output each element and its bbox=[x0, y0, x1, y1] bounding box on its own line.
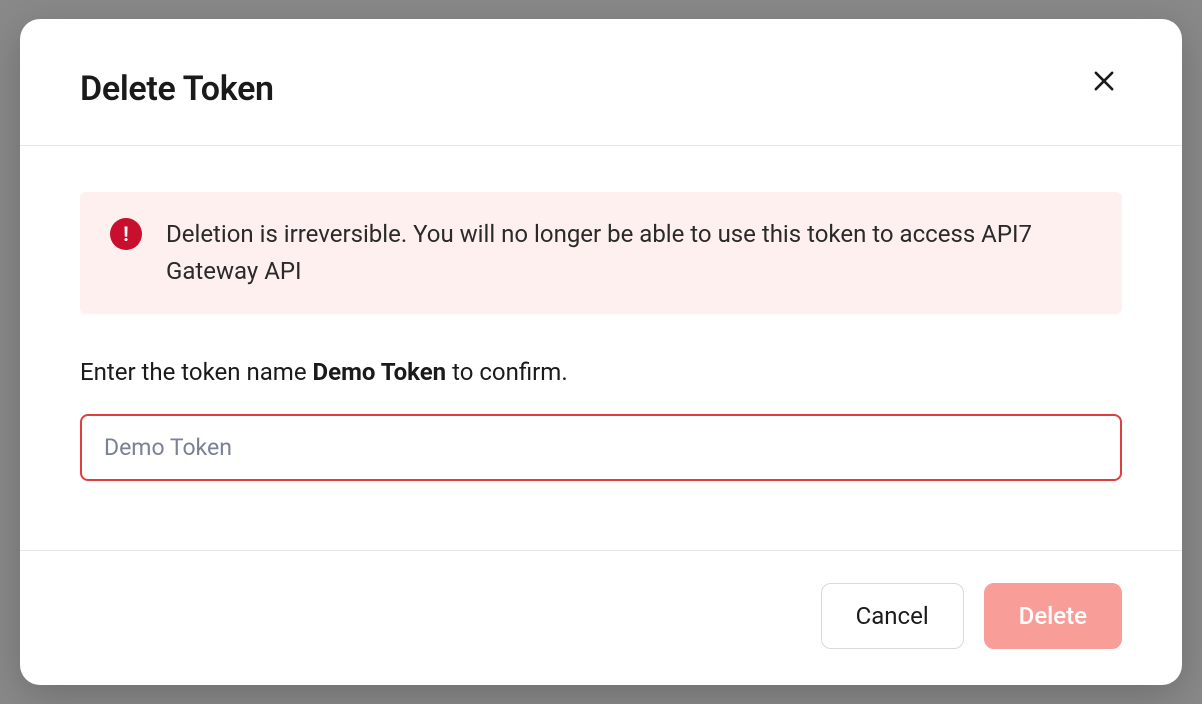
modal-footer: Cancel Delete bbox=[20, 550, 1182, 685]
delete-token-modal: Delete Token ! Deletion is irreversible.… bbox=[20, 19, 1182, 685]
exclamation-icon: ! bbox=[110, 218, 142, 250]
alert-message: Deletion is irreversible. You will no lo… bbox=[166, 216, 1092, 290]
warning-alert: ! Deletion is irreversible. You will no … bbox=[80, 192, 1122, 314]
delete-button[interactable]: Delete bbox=[984, 583, 1122, 649]
modal-body: ! Deletion is irreversible. You will no … bbox=[20, 146, 1182, 550]
close-button[interactable] bbox=[1086, 63, 1122, 99]
modal-title: Delete Token bbox=[80, 69, 274, 109]
token-name-input[interactable] bbox=[80, 414, 1122, 481]
confirm-prefix: Enter the token name bbox=[80, 358, 313, 386]
cancel-button[interactable]: Cancel bbox=[821, 583, 964, 649]
modal-overlay: Delete Token ! Deletion is irreversible.… bbox=[0, 0, 1202, 704]
confirm-suffix: to confirm. bbox=[446, 358, 568, 386]
confirm-token-name: Demo Token bbox=[313, 358, 447, 386]
modal-header: Delete Token bbox=[20, 19, 1182, 146]
confirm-instruction: Enter the token name Demo Token to confi… bbox=[80, 356, 1122, 390]
close-icon bbox=[1090, 67, 1118, 95]
